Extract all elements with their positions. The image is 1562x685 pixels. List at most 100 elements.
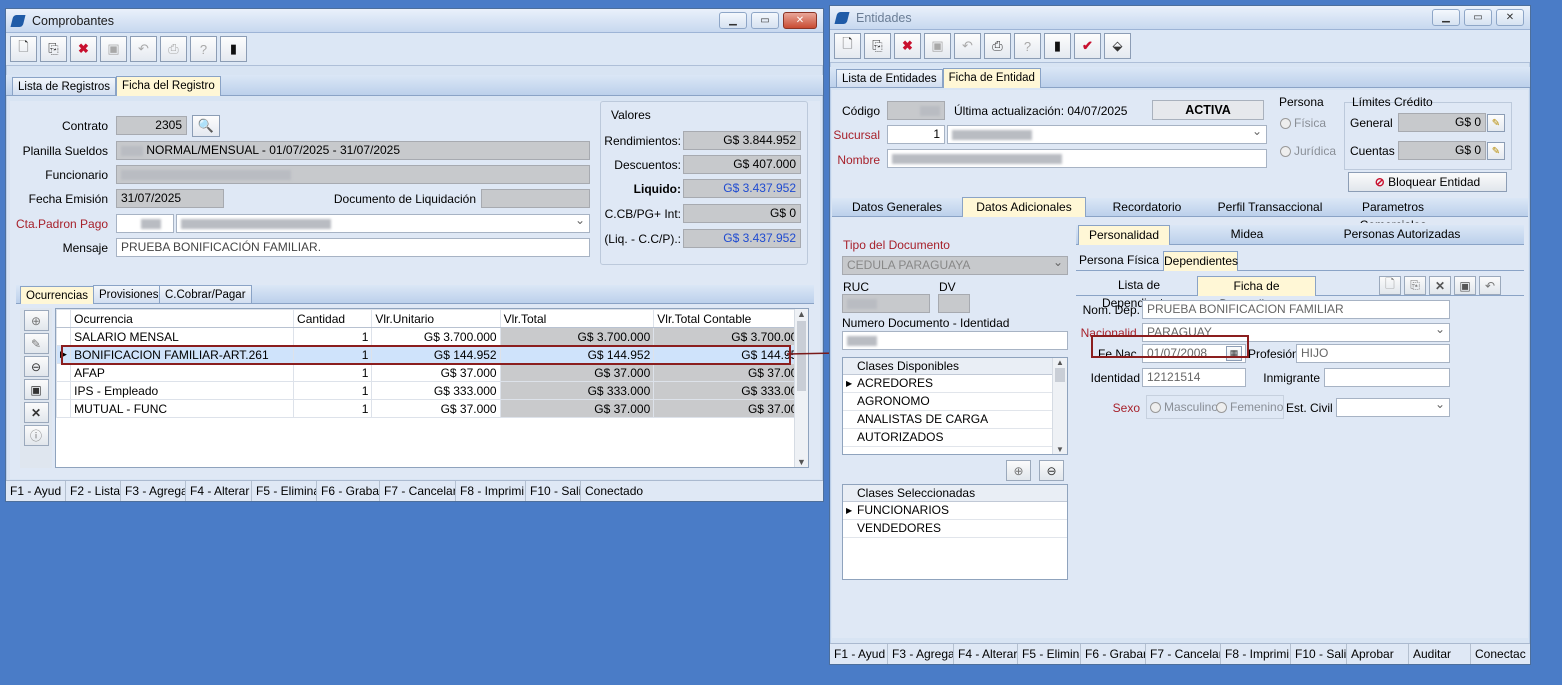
list-item[interactable]: ANALISTAS DE CARGA (843, 411, 1067, 429)
identidad-label: Identidad (1090, 371, 1140, 385)
personalidad-panel: Personalidad Midea Personas Autorizadas … (1076, 223, 1524, 563)
clases-seleccionadas-list[interactable]: Clases Seleccionadas FUNCIONARIOS VENDED… (842, 484, 1068, 580)
undo-icon[interactable]: ↶ (954, 33, 981, 59)
list-item[interactable]: ACREDORES (843, 375, 1067, 393)
delete-dep-icon[interactable]: ✕ (1429, 276, 1451, 295)
eraser-icon[interactable]: ⬙ (1104, 33, 1131, 59)
remove-class-icon[interactable]: ⊖ (1039, 460, 1064, 481)
nacionalidad-select[interactable]: PARAGUAY (1142, 323, 1450, 342)
app-icon (834, 11, 850, 24)
status-aprobar[interactable]: Aprobar (1347, 644, 1409, 664)
edit-cuentas-icon[interactable]: ✎ (1487, 142, 1505, 160)
tab-lista-entidades[interactable]: Lista de Entidades (836, 69, 943, 87)
numdoc-label: Numero Documento - Identidad (842, 316, 1010, 330)
help-icon[interactable]: ? (1014, 33, 1041, 59)
status-f7[interactable]: F7 - Cancelar (1146, 644, 1221, 664)
status-f3[interactable]: F3 - Agrega (888, 644, 954, 664)
radio-femenino[interactable]: Femenino (1216, 400, 1283, 414)
sucursal-code[interactable]: 1 (887, 125, 945, 144)
undo-dep-icon[interactable]: ↶ (1479, 276, 1501, 295)
nomdep-label: Nom. Dep. (1082, 303, 1140, 317)
tab-perfil-transaccional[interactable]: Perfil Transaccional (1212, 198, 1328, 218)
list-scrollbar[interactable]: ▲ ▼ (1052, 358, 1067, 454)
sucursal-label: Sucursal (833, 128, 880, 142)
tab-ficha-dependientes[interactable]: Ficha de Dependientes (1197, 276, 1316, 311)
status-f6[interactable]: F6 - Grabar (1081, 644, 1146, 664)
approve-check-icon[interactable]: ✔ (1074, 33, 1101, 59)
sucursal-select[interactable] (947, 125, 1267, 144)
calendar-icon[interactable]: ▦ (1226, 346, 1242, 361)
fenac-label: Fe.Nac. (1097, 347, 1140, 361)
ruc-field[interactable] (842, 294, 930, 313)
copy-dep-icon[interactable]: ⎘ (1404, 276, 1426, 295)
tab-midea[interactable]: Midea (1172, 225, 1322, 245)
title-bar: Entidades ▁ ▭ ✕ (830, 6, 1530, 30)
scrollbar-thumb[interactable] (1055, 368, 1065, 382)
save-icon[interactable]: ▣ (924, 33, 951, 59)
tab-recordatorio[interactable]: Recordatorio (1087, 198, 1207, 218)
clases-disponibles-list[interactable]: Clases Disponibles ACREDORES AGRONOMO AN… (842, 357, 1068, 455)
entity-tabs: Lista de Entidades Ficha de Entidad (830, 67, 1530, 88)
inmigrante-field[interactable] (1324, 368, 1450, 387)
tab-lista-dependientes[interactable]: Lista de Dependientes (1082, 276, 1196, 310)
save-dep-icon[interactable]: ▣ (1454, 276, 1476, 295)
nomdep-field[interactable]: PRUEBA BONIFICACION FAMILIAR (1142, 300, 1450, 319)
tipo-doc-select[interactable]: CEDULA PARAGUAYA (842, 256, 1068, 275)
inmigrante-label: Inmigrante (1263, 371, 1320, 385)
print-icon[interactable]: ⎙ (984, 33, 1011, 59)
numdoc-field[interactable] (842, 331, 1068, 350)
close-button[interactable]: ✕ (1496, 9, 1524, 26)
tab-personalidad[interactable]: Personalidad (1078, 225, 1170, 245)
radio-juridica[interactable]: Jurídica (1280, 144, 1336, 158)
dv-label: DV (939, 280, 956, 294)
codigo-field[interactable] (887, 101, 945, 120)
status-auditar[interactable]: Auditar (1409, 644, 1471, 664)
status-f1[interactable]: F1 - Ayud (830, 644, 888, 664)
clases-seleccionadas-title: Clases Seleccionadas (843, 485, 1067, 502)
tab-ficha-entidad[interactable]: Ficha de Entidad (942, 68, 1041, 88)
edit-general-icon[interactable]: ✎ (1487, 114, 1505, 132)
delete-icon[interactable]: ✖ (894, 33, 921, 59)
maximize-button[interactable]: ▭ (1464, 9, 1492, 26)
add-class-icon[interactable]: ⊕ (1006, 460, 1031, 481)
list-item[interactable]: AUTORIZADOS (843, 429, 1067, 447)
profesion-field[interactable]: HIJO (1296, 344, 1450, 363)
new-dep-icon[interactable]: 🗋 (1379, 276, 1401, 295)
tab-parametros-comerciales[interactable]: Parametros Comerciales (1328, 198, 1458, 232)
status-f4[interactable]: F4 - Alterar (954, 644, 1018, 664)
list-item[interactable]: AGRONOMO (843, 393, 1067, 411)
estado-civil-select[interactable] (1336, 398, 1450, 417)
exit-icon[interactable]: ▮ (1044, 33, 1071, 59)
status-f10[interactable]: F10 - Salir (1291, 644, 1347, 664)
status-connection: Conectac (1475, 647, 1526, 661)
block-icon: ⊘ (1374, 175, 1385, 189)
identidad-field[interactable]: 12121514 (1142, 368, 1246, 387)
radio-masculino[interactable]: Masculino (1150, 400, 1218, 414)
bloquear-entidad-button[interactable]: ⊘ Bloquear Entidad (1348, 172, 1507, 192)
general-label: General (1350, 116, 1393, 130)
nombre-field[interactable] (887, 149, 1267, 168)
dv-field[interactable] (938, 294, 970, 313)
minimize-button[interactable]: ▁ (1432, 9, 1460, 26)
tab-dependientes[interactable]: Dependientes (1163, 251, 1238, 271)
new-icon[interactable]: 🗋 (834, 33, 861, 59)
tab-persona-fisica[interactable]: Persona Física (1076, 251, 1162, 271)
tab-datos-generales[interactable]: Datos Generales (832, 198, 962, 218)
profesion-label: Profesión (1248, 347, 1299, 361)
tab-personas-autorizadas[interactable]: Personas Autorizadas (1322, 225, 1482, 245)
tab-datos-adicionales[interactable]: Datos Adicionales (962, 197, 1086, 217)
persona-label: Persona (1279, 95, 1324, 109)
nombre-label: Nombre (837, 153, 880, 167)
status-f8[interactable]: F8 - Imprimi (1221, 644, 1291, 664)
limites-label: Límites Crédito (1352, 95, 1433, 109)
datos-tabs: Datos Generales Datos Adicionales Record… (832, 197, 1528, 232)
codigo-label: Código (842, 104, 881, 118)
estado-badge: ACTIVA (1152, 100, 1264, 120)
list-item[interactable]: FUNCIONARIOS (843, 502, 1067, 520)
radio-fisica[interactable]: Física (1280, 116, 1326, 130)
copy-icon[interactable]: ⎘ (864, 33, 891, 59)
cuentas-label: Cuentas (1350, 144, 1395, 158)
list-item[interactable]: VENDEDORES (843, 520, 1067, 538)
dependientes-tabs: Lista de Dependientes Ficha de Dependien… (1076, 276, 1524, 311)
status-f5[interactable]: F5 - Elimina (1018, 644, 1081, 664)
